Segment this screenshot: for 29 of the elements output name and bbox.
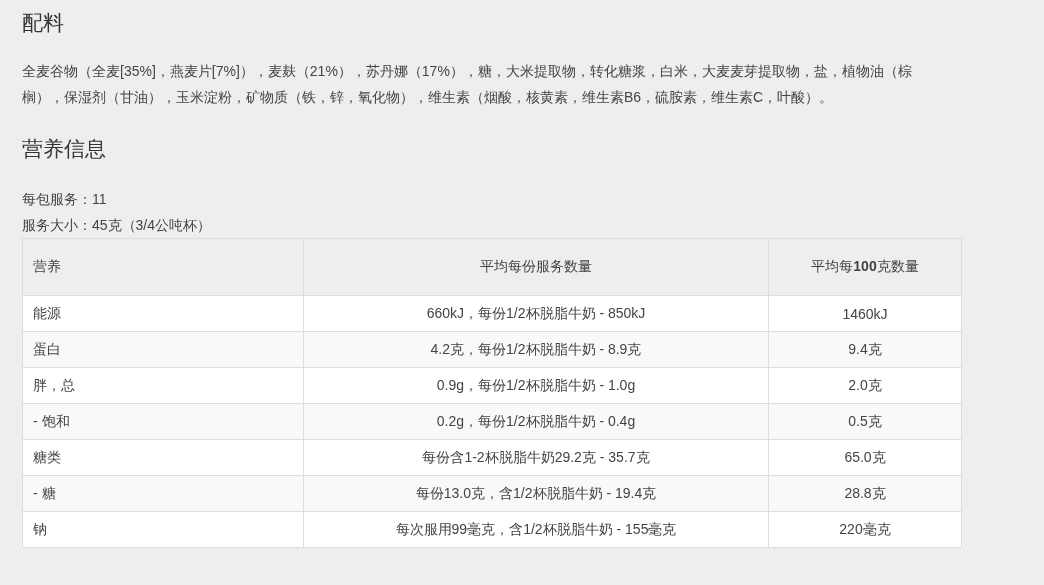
table-cell: 0.2g，每份1/2杯脱脂牛奶 - 0.4g [303,403,769,440]
table-cell: 糖类 [22,439,304,476]
column-header: 营养 [22,238,304,296]
ingredients-paragraph: 全麦谷物（全麦[35%]，燕麦片[7%]），麦麸（21%），苏丹娜（17%），糖，大米提取物，转化糖浆，白米，大麦麦芽提取物，盐，植物油（棕榈），保湿剂（甘油），玉米淀粉，矿物质（铁，锌，氧化物），维生素（烟酸，核黄素，维生素B6，硫胺素，维生素C，叶酸）。 [22,62,913,107]
table-cell: 220毫克 [768,511,962,548]
table-cell: 65.0克 [768,439,962,476]
table-cell: 4.2克，每份1/2杯脱脂牛奶 - 8.9克 [303,331,769,368]
table-cell: 28.8克 [768,475,962,512]
table-cell: 9.4克 [768,331,962,368]
table-cell: - 饱和 [22,403,304,440]
table-cell: 0.9g，每份1/2杯脱脂牛奶 - 1.0g [303,367,769,404]
table-cell: 0.5克 [768,403,962,440]
column-header: 平均每100克数量 [768,238,962,296]
serving-info: 每包服务：11 [22,190,107,209]
table-cell: 胖，总 [22,367,304,404]
section-heading: 配料 [22,10,64,36]
table-cell: 能源 [22,295,304,332]
table-cell: 每次服用99毫克，含1/2杯脱脂牛奶 - 155毫克 [303,511,769,548]
table-cell: 2.0克 [768,367,962,404]
column-header: 平均每份服务数量 [303,238,769,296]
table-cell: 蛋白 [22,331,304,368]
table-cell: 每份含1-2杯脱脂牛奶29.2克 - 35.7克 [303,439,769,476]
table-cell: 660kJ，每份1/2杯脱脂牛奶 - 850kJ [303,295,769,332]
table-cell: 每份13.0克，含1/2杯脱脂牛奶 - 19.4克 [303,475,769,512]
serving-info: 服务大小：45克（3/4公吨杯） [22,216,212,235]
section-heading: 营养信息 [22,136,106,162]
table-cell: 钠 [22,511,304,548]
table-cell: - 糖 [22,475,304,512]
table-cell: 1460kJ [768,295,962,332]
